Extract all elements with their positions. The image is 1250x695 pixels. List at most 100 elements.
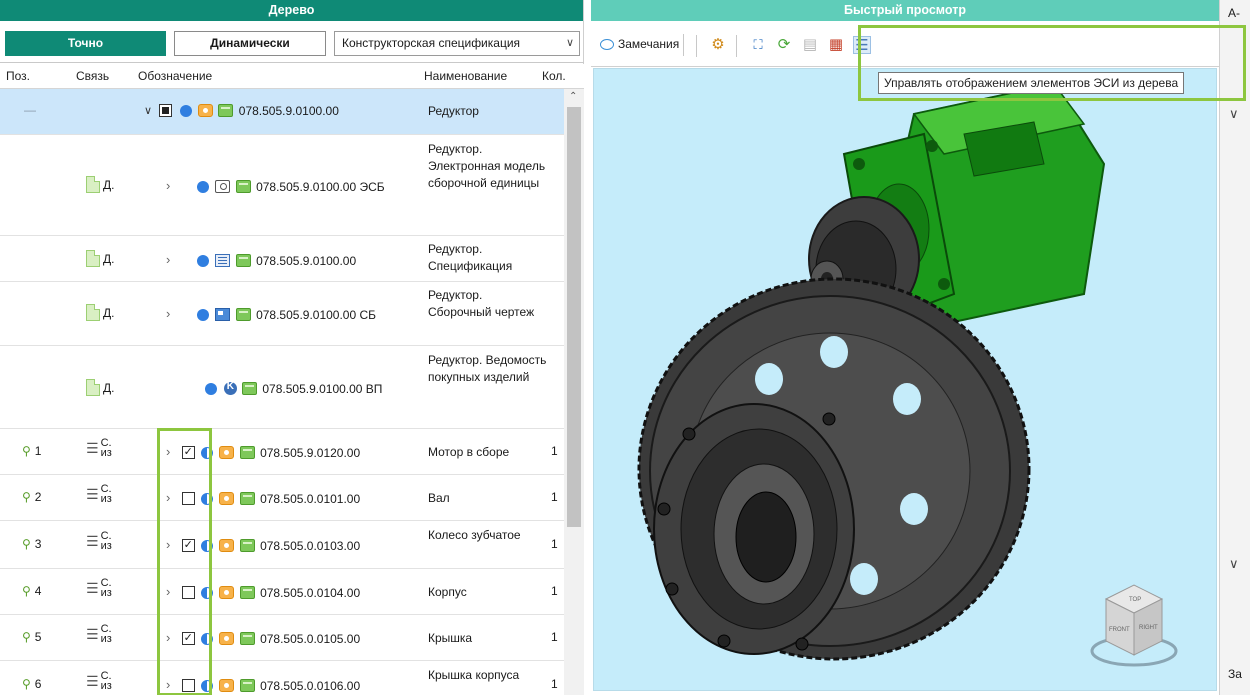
assembly-icon <box>198 104 214 118</box>
model-icon <box>239 586 255 600</box>
model-icon <box>239 679 255 693</box>
structure-icon: ☰ <box>86 532 99 549</box>
tree-row-part[interactable]: ⚲ 5 ☰ С. из › ✓ 078.505.0.0105.00 Крышка 1 <box>0 615 564 661</box>
tree-row-part[interactable]: ⚲ 6 ☰ С. из › 078.505.0.0106.00 Крышка корп… <box>0 661 564 695</box>
row-link: ☰ С. из <box>86 437 112 459</box>
chevron-down-icon: ∨ <box>565 37 574 49</box>
row-qty: 1 <box>551 630 558 644</box>
tree-sync-icon[interactable]: ⚙ <box>709 36 727 54</box>
chevron-down-icon[interactable]: ∨ <box>144 105 152 117</box>
chevron-right-icon[interactable]: › <box>166 444 170 459</box>
chevron-right-icon[interactable]: › <box>166 537 170 552</box>
fit-view-icon[interactable]: ⛶ <box>749 36 767 54</box>
tree-row-part[interactable]: ⚲ 4 ☰ С. из › 078.505.0.0104.00 Корпус 1 <box>0 569 564 615</box>
link-pin-icon: ⚲ <box>22 584 31 598</box>
row-code: 078.505.0.0104.00 <box>260 585 361 600</box>
partial-checkbox[interactable] <box>159 104 173 118</box>
exact-button[interactable]: Точно <box>5 31 166 56</box>
chevron-right-icon[interactable]: › <box>166 178 170 193</box>
scroll-thumb[interactable] <box>567 107 581 527</box>
col-link[interactable]: Связь <box>76 69 109 83</box>
spec-type-select[interactable]: Конструкторская спецификация ∨ <box>334 31 580 56</box>
chevron-down-icon[interactable]: ∨ <box>1229 556 1239 572</box>
tree-elements-visibility-icon[interactable]: ☰ <box>853 36 871 54</box>
row-name: Крышка <box>428 631 473 645</box>
refresh-icon[interactable]: ⟳ <box>775 36 793 54</box>
camera-icon <box>215 180 231 194</box>
visibility-checkbox[interactable] <box>181 679 195 693</box>
spec-type-value: Конструкторская спецификация <box>342 36 521 50</box>
tree-row-root[interactable]: — ∨ 078.505.9.0100.00 Редуктор <box>0 89 564 135</box>
document-icon <box>86 379 100 396</box>
row-pos: ⚲ 4 <box>22 584 42 598</box>
visibility-checkbox[interactable]: ✓ <box>181 632 195 646</box>
row-code: 078.505.0.0103.00 <box>260 538 361 553</box>
tree-row-part[interactable]: ⚲ 2 ☰ С. из › 078.505.0.0101.00 Вал 1 <box>0 475 564 521</box>
status-dot-icon <box>197 254 210 267</box>
chevron-down-icon[interactable]: ∨ <box>1229 106 1239 122</box>
tree-row-part[interactable]: ⚲ 3 ☰ С. из › ✓ 078.505.0.0103.00 Колесо зу… <box>0 521 564 569</box>
3d-viewport[interactable]: TOP FRONT RIGHT <box>593 68 1217 691</box>
chevron-right-icon[interactable]: › <box>166 630 170 645</box>
row-code: 078.505.9.0100.00 СБ <box>256 307 377 322</box>
tree-panel-title: Дерево <box>0 0 583 21</box>
row-designation-cell: › ✓ 078.505.0.0105.00 <box>166 630 360 646</box>
purchased-icon <box>223 381 237 396</box>
column-header: Поз. Связь Обозначение Наименование Кол. <box>0 64 584 89</box>
dynamic-button[interactable]: Динамически <box>174 31 326 56</box>
row-name: Корпус <box>428 585 467 599</box>
row-pos: — <box>24 103 36 117</box>
visibility-checkbox[interactable]: ✓ <box>181 539 195 553</box>
row-designation-cell: 078.505.9.0100.00 ВП <box>166 381 382 396</box>
tree-scrollbar[interactable]: ⌃ <box>564 89 584 695</box>
col-pos[interactable]: Поз. <box>6 69 30 83</box>
drawing-icon <box>215 308 231 322</box>
part-icon <box>219 679 235 693</box>
row-designation-cell: › 078.505.0.0106.00 <box>166 677 360 693</box>
col-name[interactable]: Наименование <box>424 69 507 83</box>
side-panel-bottom-text: За <box>1228 667 1242 681</box>
row-link: Д. <box>86 379 114 396</box>
row-link: ☰ С. из <box>86 670 112 692</box>
tree-toolbar: Точно Динамически Конструкторская специф… <box>0 21 584 63</box>
row-qty: 1 <box>551 677 558 691</box>
tree-row-doc[interactable]: Д. › 078.505.9.0100.00 СБ Редуктор. Сбор… <box>0 282 564 346</box>
visibility-checkbox[interactable] <box>181 492 195 506</box>
structure-icon: ☰ <box>86 672 99 689</box>
row-designation-cell: › ✓ 078.505.0.0103.00 <box>166 537 360 553</box>
row-code: 078.505.9.0100.00 <box>238 103 339 118</box>
chevron-right-icon[interactable]: › <box>166 306 170 321</box>
table-settings-icon[interactable]: ▦ <box>827 36 845 54</box>
row-name: Редуктор. Спецификация <box>428 242 513 273</box>
row-code: 078.505.9.0100.00 ВП <box>262 381 383 396</box>
chevron-right-icon[interactable]: › <box>166 584 170 599</box>
scroll-up-icon[interactable]: ⌃ <box>569 91 577 102</box>
tree-row-doc[interactable]: Д. › 078.505.9.0100.00 ЭСБ Редуктор. Эле… <box>0 135 564 236</box>
col-qty[interactable]: Кол. <box>542 69 566 83</box>
part-icon <box>219 539 235 553</box>
view-cube: TOP FRONT RIGHT <box>1090 584 1178 667</box>
row-name: Редуктор. Электронная модель сборочной е… <box>428 142 546 190</box>
chevron-right-icon[interactable]: › <box>166 252 170 267</box>
status-dot-icon <box>201 446 214 459</box>
structure-icon: ☰ <box>86 439 99 456</box>
gearbox-3d-model[interactable]: TOP FRONT RIGHT <box>594 69 1217 691</box>
row-name: Редуктор. Ведомость покупных изделий <box>428 353 547 384</box>
document-icon <box>86 250 100 267</box>
col-designation[interactable]: Обозначение <box>138 69 212 83</box>
visibility-checkbox[interactable] <box>181 586 195 600</box>
tree-row-part[interactable]: ⚲ 1 ☰ С. из › ✓ 078.505.9.0120.00 Мотор в с… <box>0 429 564 475</box>
remarks-button[interactable]: Замечания <box>596 34 685 56</box>
model-icon <box>239 446 255 460</box>
chevron-right-icon[interactable]: › <box>166 677 170 692</box>
row-link: Д. <box>86 304 114 321</box>
tree-row-doc[interactable]: Д. 078.505.9.0100.00 ВП Редуктор. Ведомо… <box>0 346 564 429</box>
row-code: 078.505.9.0100.00 <box>256 253 357 268</box>
comment-icon <box>600 39 614 51</box>
tree-row-doc[interactable]: Д. › 078.505.9.0100.00 Редуктор. Специфи… <box>0 236 564 282</box>
visibility-checkbox[interactable]: ✓ <box>181 446 195 460</box>
quick-view-panel: Быстрый просмотр Замечания ⚙ ⛶ ⟳ ▤ ▦ ☰ T… <box>591 0 1219 695</box>
chevron-right-icon[interactable]: › <box>166 490 170 505</box>
document-icon <box>86 304 100 321</box>
model-icon <box>235 254 251 268</box>
